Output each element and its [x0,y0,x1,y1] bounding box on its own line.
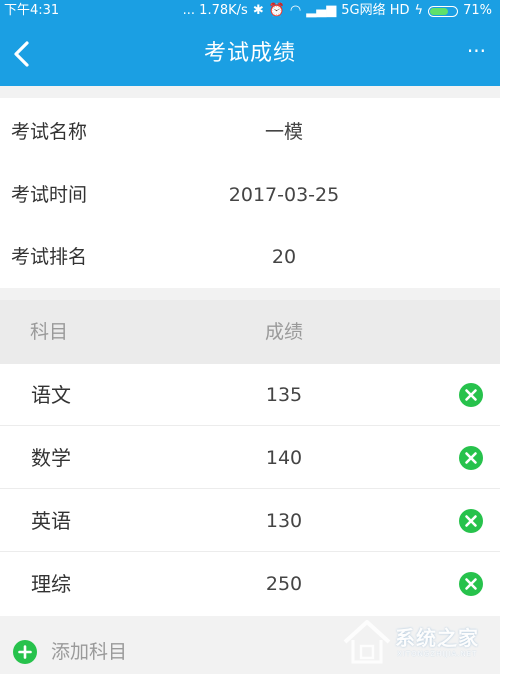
title-bar: 考试成绩 ··· [0,22,500,86]
exam-date-row: 考试时间 2017-03-25 [0,164,500,227]
battery-icon [428,5,459,17]
charging-icon: ϟ [414,3,424,18]
battery-percent: 71% [463,3,492,18]
more-options-icon[interactable]: ··· [467,36,486,66]
page-title: 考试成绩 [203,41,296,66]
watermark-text: 系统之家 [395,626,479,650]
score-value: 135 [265,384,303,406]
score-row-english: 英语 130 [0,490,500,552]
exam-rank-row: 考试排名 20 [0,226,500,289]
bluetooth-icon: ✱ [252,3,264,18]
right-edge-strip [500,0,508,674]
score-value: 250 [265,573,303,595]
exam-rank-value: 20 [271,246,297,268]
exam-name-label: 考试名称 [11,121,88,143]
subject-label: 数学 [31,446,71,470]
watermark-subtext: XITONGZHIJIA.NET [397,650,478,658]
delete-subject-icon[interactable] [459,446,483,470]
exam-name-row: 考试名称 一模 [0,101,500,164]
score-row-science: 理综 250 [0,553,500,615]
status-right: ... 1.78K/s ✱ ⏰ ◠ ▂▄▆ 5G网络 HD ϟ 71% [183,0,492,22]
network-label: 5G网络 HD [341,3,410,18]
wifi-icon: ◠ [289,3,302,18]
status-bar: 下午4:31 ... 1.78K/s ✱ ⏰ ◠ ▂▄▆ 5G网络 HD ϟ 7… [0,0,500,22]
subject-label: 英语 [31,509,71,533]
alarm-icon: ⏰ [268,3,285,18]
plus-circle-icon [13,640,37,664]
exam-name-value: 一模 [264,121,303,143]
exam-rank-label: 考试排名 [11,246,88,268]
score-column-header: 成绩 [264,321,303,343]
score-table-header: 科目 成绩 [0,300,500,364]
delete-subject-icon[interactable] [459,383,483,407]
battery-fill [430,7,449,15]
score-row-math: 数学 140 [0,427,500,489]
score-value: 130 [265,510,303,532]
subject-column-header: 科目 [30,321,69,343]
score-value: 140 [265,447,303,469]
watermark-logo: 系统之家 XITONGZHIJIA.NET [335,616,500,670]
exam-date-value: 2017-03-25 [228,184,340,206]
delete-subject-icon[interactable] [459,509,483,533]
signal-icon: ▂▄▆ [306,3,337,18]
watermark-house-icon [343,620,391,664]
exam-info-section: 考试名称 一模 考试时间 2017-03-25 考试排名 20 [0,98,500,288]
score-row-chinese: 语文 135 [0,364,500,426]
app-screen: 下午4:31 ... 1.78K/s ✱ ⏰ ◠ ▂▄▆ 5G网络 HD ϟ 7… [0,0,500,674]
score-list: 语文 135 数学 140 英语 130 理综 250 [0,364,500,616]
subject-label: 理综 [31,572,71,596]
add-subject-label: 添加科目 [51,641,128,663]
network-speed: ... 1.78K/s [182,3,248,18]
exam-date-label: 考试时间 [11,184,88,206]
delete-subject-icon[interactable] [459,572,483,596]
status-time: 下午4:31 [4,3,60,18]
subject-label: 语文 [31,383,71,407]
